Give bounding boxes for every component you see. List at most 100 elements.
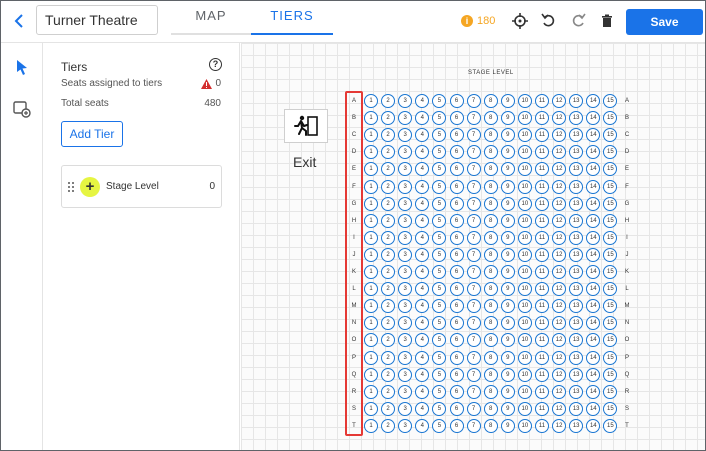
- seat-G-11[interactable]: 11: [535, 196, 549, 211]
- seat-R-14[interactable]: 14: [586, 384, 601, 399]
- seat-N-2[interactable]: 2: [381, 316, 396, 331]
- seat-T-14[interactable]: 14: [586, 418, 601, 433]
- seat-J-11[interactable]: 11: [535, 247, 549, 262]
- seat-D-10[interactable]: 10: [517, 145, 532, 160]
- seat-N-15[interactable]: 15: [603, 316, 618, 331]
- seat-A-9[interactable]: 9: [500, 94, 515, 108]
- seat-O-9[interactable]: 9: [500, 333, 515, 348]
- seat-L-14[interactable]: 14: [586, 282, 601, 297]
- seat-Q-10[interactable]: 10: [517, 367, 532, 382]
- seat-Q-11[interactable]: 11: [535, 367, 549, 382]
- seat-A-13[interactable]: 13: [569, 94, 584, 108]
- seat-A-7[interactable]: 7: [466, 94, 481, 108]
- seat-S-7[interactable]: 7: [466, 401, 481, 416]
- seat-H-5[interactable]: 5: [432, 213, 447, 228]
- seat-I-8[interactable]: 8: [483, 230, 498, 245]
- seat-Q-13[interactable]: 13: [569, 367, 584, 382]
- seat-H-2[interactable]: 2: [381, 213, 396, 228]
- seat-K-2[interactable]: 2: [381, 265, 396, 279]
- seat-O-15[interactable]: 15: [603, 333, 618, 348]
- drag-handle-icon[interactable]: [67, 181, 75, 193]
- seat-H-11[interactable]: 11: [535, 213, 549, 228]
- seat-O-11[interactable]: 11: [535, 333, 549, 348]
- seat-Q-1[interactable]: 1: [364, 367, 378, 382]
- seat-H-7[interactable]: 7: [466, 213, 481, 228]
- seat-S-11[interactable]: 11: [535, 401, 549, 416]
- seat-M-5[interactable]: 5: [432, 299, 447, 314]
- seat-K-7[interactable]: 7: [466, 265, 481, 279]
- seat-F-11[interactable]: 11: [535, 179, 549, 194]
- seat-Q-4[interactable]: 4: [415, 367, 430, 382]
- seat-T-5[interactable]: 5: [432, 418, 447, 433]
- seat-J-2[interactable]: 2: [381, 247, 396, 262]
- seat-N-10[interactable]: 10: [517, 316, 532, 331]
- seat-T-15[interactable]: 15: [603, 418, 618, 433]
- tab-map[interactable]: MAP: [171, 1, 251, 35]
- seat-B-3[interactable]: 3: [398, 111, 413, 126]
- seat-P-1[interactable]: 1: [364, 350, 378, 365]
- seat-B-10[interactable]: 10: [517, 111, 532, 126]
- seat-G-15[interactable]: 15: [603, 196, 618, 211]
- seat-R-1[interactable]: 1: [364, 384, 378, 399]
- add-section-icon[interactable]: [12, 99, 32, 119]
- seat-N-3[interactable]: 3: [398, 316, 413, 331]
- seat-N-12[interactable]: 12: [552, 316, 567, 331]
- seat-D-12[interactable]: 12: [552, 145, 567, 160]
- seat-P-10[interactable]: 10: [517, 350, 532, 365]
- seat-J-15[interactable]: 15: [603, 247, 618, 262]
- seat-L-5[interactable]: 5: [432, 282, 447, 297]
- add-tier-button[interactable]: Add Tier: [61, 121, 123, 147]
- seat-L-15[interactable]: 15: [603, 282, 618, 297]
- seat-M-4[interactable]: 4: [415, 299, 430, 314]
- seat-O-10[interactable]: 10: [517, 333, 532, 348]
- seat-O-5[interactable]: 5: [432, 333, 447, 348]
- seat-I-6[interactable]: 6: [449, 230, 464, 245]
- seat-K-1[interactable]: 1: [364, 265, 378, 279]
- seat-O-12[interactable]: 12: [552, 333, 567, 348]
- seat-G-4[interactable]: 4: [415, 196, 430, 211]
- seat-S-15[interactable]: 15: [603, 401, 618, 416]
- seat-G-9[interactable]: 9: [500, 196, 515, 211]
- seat-N-1[interactable]: 1: [364, 316, 378, 331]
- tier-card-stage-level[interactable]: + Stage Level 0: [61, 165, 222, 208]
- seat-M-1[interactable]: 1: [364, 299, 378, 314]
- seat-Q-12[interactable]: 12: [552, 367, 567, 382]
- seat-E-1[interactable]: 1: [364, 162, 378, 177]
- seat-A-10[interactable]: 10: [517, 94, 532, 108]
- seat-J-7[interactable]: 7: [466, 247, 481, 262]
- seat-K-9[interactable]: 9: [500, 265, 515, 279]
- seat-Q-2[interactable]: 2: [381, 367, 396, 382]
- seat-A-5[interactable]: 5: [432, 94, 447, 108]
- seat-M-8[interactable]: 8: [483, 299, 498, 314]
- seat-S-6[interactable]: 6: [449, 401, 464, 416]
- seat-G-5[interactable]: 5: [432, 196, 447, 211]
- seat-D-15[interactable]: 15: [603, 145, 618, 160]
- seat-A-8[interactable]: 8: [483, 94, 498, 108]
- seat-D-6[interactable]: 6: [449, 145, 464, 160]
- seat-Q-7[interactable]: 7: [466, 367, 481, 382]
- seat-M-13[interactable]: 13: [569, 299, 584, 314]
- seat-E-12[interactable]: 12: [552, 162, 567, 177]
- seat-K-6[interactable]: 6: [449, 265, 464, 279]
- seat-N-6[interactable]: 6: [449, 316, 464, 331]
- save-button[interactable]: Save: [626, 9, 703, 35]
- seat-M-11[interactable]: 11: [535, 299, 549, 314]
- seat-G-6[interactable]: 6: [449, 196, 464, 211]
- seat-map-canvas[interactable]: STAGE LEVEL Exit A 1 2 3 4 5 6 7 8 9 10 11 12 13 14 15 A…: [241, 43, 705, 450]
- seat-F-6[interactable]: 6: [449, 179, 464, 194]
- seat-Q-14[interactable]: 14: [586, 367, 601, 382]
- seat-T-13[interactable]: 13: [569, 418, 584, 433]
- crosshair-icon[interactable]: [511, 12, 529, 30]
- seat-B-11[interactable]: 11: [535, 111, 549, 126]
- seat-C-14[interactable]: 14: [586, 128, 601, 143]
- seat-I-14[interactable]: 14: [586, 230, 601, 245]
- seat-N-5[interactable]: 5: [432, 316, 447, 331]
- seat-L-8[interactable]: 8: [483, 282, 498, 297]
- seat-J-6[interactable]: 6: [449, 247, 464, 262]
- seat-N-9[interactable]: 9: [500, 316, 515, 331]
- seat-T-2[interactable]: 2: [381, 418, 396, 433]
- seat-A-11[interactable]: 11: [535, 94, 549, 108]
- seat-N-8[interactable]: 8: [483, 316, 498, 331]
- seat-T-4[interactable]: 4: [415, 418, 430, 433]
- seat-H-6[interactable]: 6: [449, 213, 464, 228]
